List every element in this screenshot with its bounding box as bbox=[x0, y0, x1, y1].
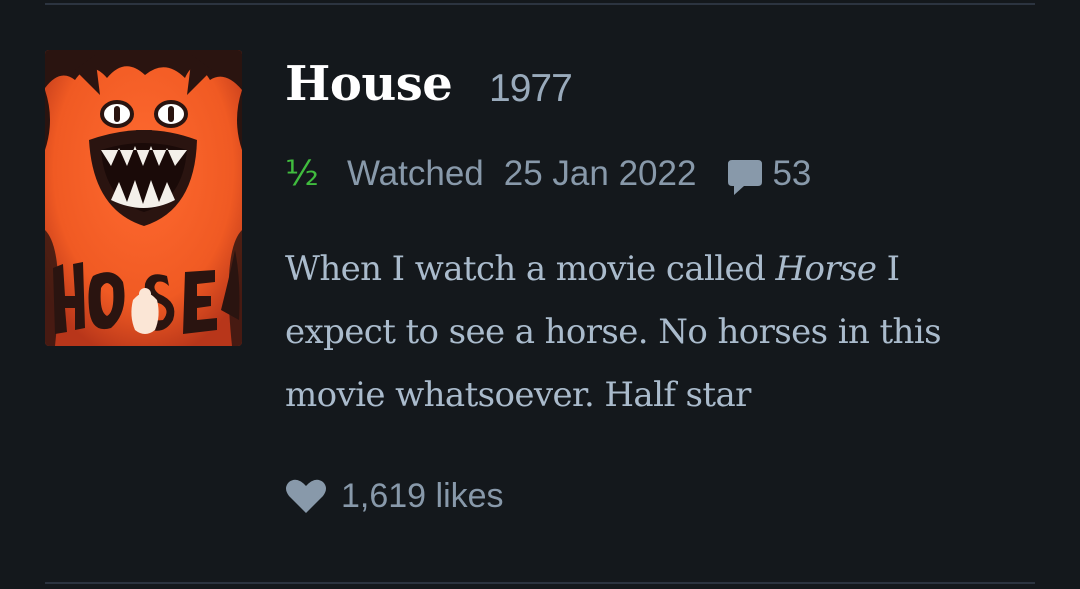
review-text: When I watch a movie called Horse I expe… bbox=[285, 238, 1005, 427]
film-year[interactable]: 1977 bbox=[489, 66, 573, 112]
watched-date[interactable]: 25 Jan 2022 bbox=[504, 154, 697, 194]
likes-row[interactable]: 1,619 likes bbox=[285, 472, 504, 520]
comments-count[interactable]: 53 bbox=[772, 154, 811, 194]
bottom-divider bbox=[45, 582, 1035, 584]
review-emphasis: Horse bbox=[775, 249, 877, 289]
likes-count[interactable]: 1,619 likes bbox=[341, 477, 504, 516]
review-entry: House 1977 ½ Watched 25 Jan 2022 53 When… bbox=[0, 0, 1080, 589]
film-poster[interactable] bbox=[45, 50, 242, 346]
top-divider bbox=[45, 3, 1035, 5]
poster-artwork bbox=[45, 50, 242, 346]
review-text-part1: When I watch a movie called bbox=[285, 249, 776, 289]
speech-bubble-icon[interactable] bbox=[726, 158, 764, 198]
entry-meta: ½ Watched 25 Jan 2022 53 bbox=[285, 150, 811, 198]
watched-label: Watched bbox=[346, 154, 484, 193]
film-title[interactable]: House bbox=[285, 52, 453, 116]
heart-icon[interactable] bbox=[285, 478, 327, 514]
star-rating: ½ bbox=[285, 154, 319, 194]
